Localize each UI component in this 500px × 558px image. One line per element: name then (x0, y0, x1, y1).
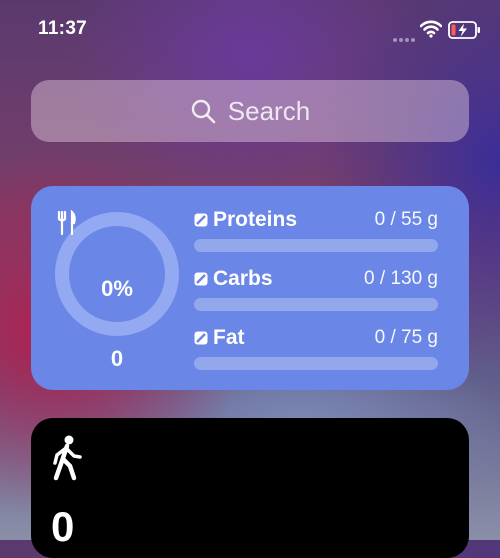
macro-value: 0 / 55 g (374, 209, 438, 230)
search-bar[interactable]: Search (31, 80, 469, 142)
nutrient-badge-icon (194, 331, 208, 345)
walking-person-icon (53, 435, 82, 481)
nutrient-badge-icon (194, 272, 208, 286)
macro-label: Carbs (213, 267, 273, 290)
steps-widget[interactable]: 0 (31, 418, 469, 558)
macro-label: Fat (213, 326, 245, 349)
macro-row-proteins: Proteins 0 / 55 g (194, 208, 438, 258)
status-time: 11:37 (38, 18, 88, 39)
fork-knife-icon (57, 210, 76, 236)
macro-value: 0 / 75 g (374, 327, 438, 348)
calories-value: 0 (110, 346, 124, 371)
nutrition-widget[interactable]: 0% 0 Proteins 0 / 55 g Carbs 0 / 130 g F… (31, 186, 469, 390)
steps-count: 0 (51, 503, 75, 550)
macro-label: Proteins (213, 208, 298, 231)
macro-progress-bar (194, 239, 438, 252)
macro-progress-bar (194, 298, 438, 311)
wifi-icon (420, 20, 442, 38)
cellular-signal-icon (393, 29, 417, 47)
search-icon (191, 99, 216, 124)
calorie-progress-ring: 0% (53, 210, 181, 338)
macro-value: 0 / 130 g (364, 268, 438, 289)
macro-progress-bar (194, 357, 438, 370)
battery-charging-icon (448, 21, 480, 39)
nutrient-badge-icon (194, 213, 208, 227)
search-placeholder: Search (227, 95, 311, 126)
status-bar: 11:37 (0, 0, 500, 60)
calorie-percent: 0% (101, 276, 133, 301)
macro-row-fat: Fat 0 / 75 g (194, 326, 438, 376)
macro-row-carbs: Carbs 0 / 130 g (194, 267, 438, 317)
